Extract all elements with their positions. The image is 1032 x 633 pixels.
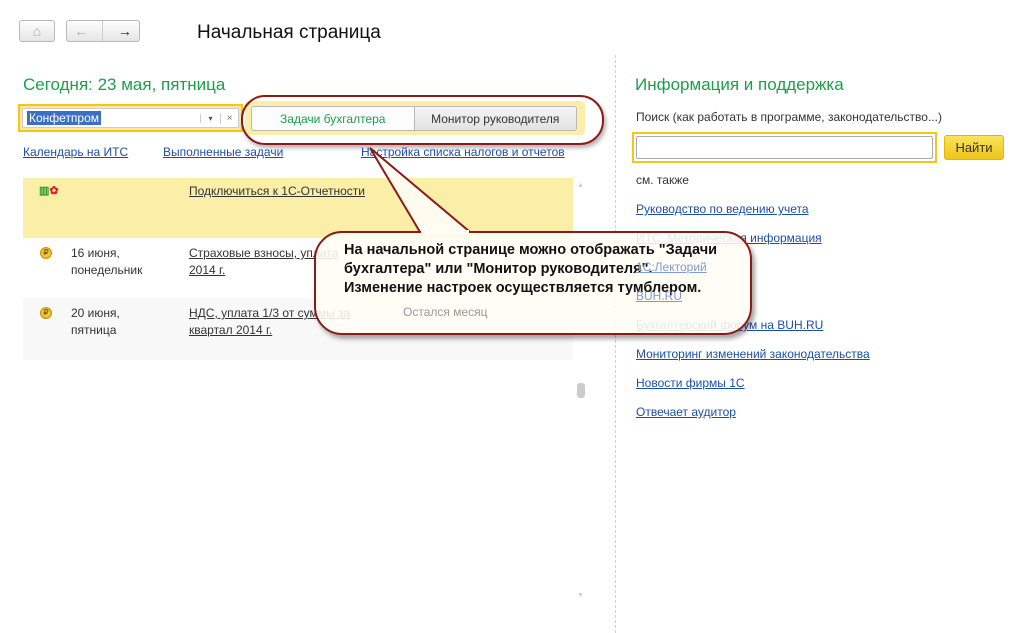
callout-joint: [421, 230, 469, 234]
callout-tooltip: На начальной странице можно отображать "…: [314, 231, 752, 335]
link-1c-lectorium[interactable]: 1С:Лекторий: [636, 260, 707, 274]
link-buh-ru[interactable]: BUH.RU: [636, 289, 682, 303]
task-status: Остался месяц: [403, 305, 488, 319]
